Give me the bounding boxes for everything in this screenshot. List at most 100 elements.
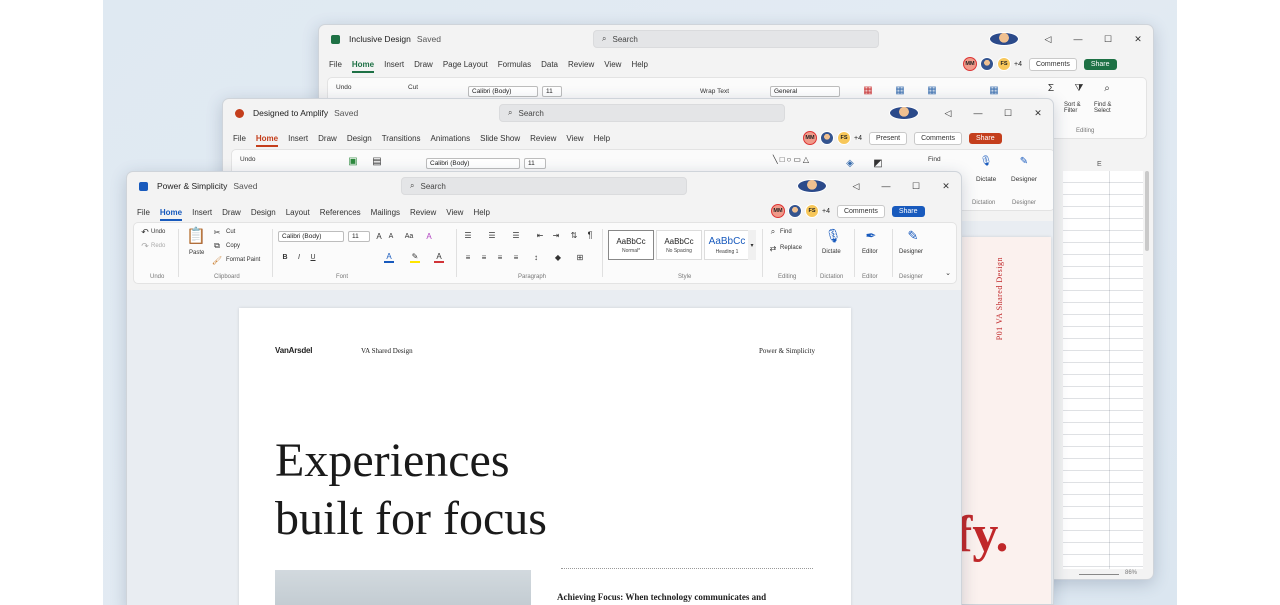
editor-icon[interactable]: ✒	[862, 227, 880, 245]
multilevel-list-icon[interactable]: ☰	[510, 229, 522, 241]
user-avatar[interactable]	[989, 32, 1019, 46]
collaborator-avatar-fs[interactable]: FS	[805, 204, 819, 218]
numbering-icon[interactable]: ☰	[486, 229, 498, 241]
tab-insert[interactable]: Insert	[192, 208, 212, 221]
replace-button[interactable]: Replace	[780, 245, 802, 251]
tab-insert[interactable]: Insert	[384, 60, 404, 73]
new-slide-icon[interactable]: ▣	[344, 152, 362, 170]
quick-styles-icon[interactable]: ◩	[868, 154, 888, 172]
italic-icon[interactable]: I	[294, 252, 304, 262]
minimize-button[interactable]: —	[871, 181, 901, 191]
style-no-spacing[interactable]: AaBbCc No Spacing	[656, 230, 702, 260]
tab-view[interactable]: View	[446, 208, 463, 221]
find-button[interactable]: Find	[928, 156, 941, 163]
vertical-scrollbar[interactable]	[1145, 171, 1149, 251]
cut-icon[interactable]: ✂	[212, 227, 222, 237]
more-collaborators[interactable]: +4	[822, 208, 830, 215]
tab-draw[interactable]: Draw	[318, 134, 337, 147]
tab-file[interactable]: File	[329, 60, 342, 73]
shapes-gallery-icon[interactable]: ╲□○▭△	[752, 152, 832, 166]
tab-draw[interactable]: Draw	[414, 60, 433, 73]
maximize-button[interactable]: ☐	[1093, 34, 1123, 45]
feedback-icon[interactable]: ◁	[841, 181, 871, 192]
collaborator-avatar-fs[interactable]: FS	[837, 131, 851, 145]
close-button[interactable]: ✕	[931, 181, 961, 192]
excel-search-box[interactable]: ⌕ Search	[593, 30, 879, 48]
style-heading-1[interactable]: AaBbCc Heading 1	[704, 230, 750, 260]
zoom-slider[interactable]	[1079, 574, 1119, 575]
dictate-label[interactable]: Dictate	[822, 249, 841, 255]
decrease-indent-icon[interactable]: ⇤	[534, 229, 546, 241]
format-painter-button[interactable]: Format Paint	[226, 257, 260, 263]
ppt-search-box[interactable]: ⌕ Search	[499, 104, 785, 122]
find-icon[interactable]: ⌕	[768, 227, 778, 237]
ribbon-collapse-icon[interactable]: ⌄	[944, 269, 952, 277]
underline-icon[interactable]: U	[308, 252, 318, 262]
designer-icon[interactable]: ✎	[1016, 152, 1032, 170]
tab-help[interactable]: Help	[473, 208, 489, 221]
copy-icon[interactable]: ⧉	[212, 241, 222, 251]
grow-font-icon[interactable]: A	[374, 231, 384, 242]
tab-file[interactable]: File	[233, 134, 246, 147]
borders-icon[interactable]: ⊞	[574, 251, 586, 263]
replace-icon[interactable]: ⇄	[768, 243, 778, 253]
format-painter-icon[interactable]: 🖌	[212, 255, 222, 265]
change-case-icon[interactable]: Aa	[402, 231, 416, 242]
share-button[interactable]: Share	[1083, 58, 1117, 70]
shading-icon[interactable]: ◆	[552, 251, 564, 263]
share-button[interactable]: Share	[968, 132, 1002, 144]
conditional-format-icon[interactable]: ▦	[858, 82, 878, 98]
user-avatar[interactable]	[889, 106, 919, 120]
tab-review[interactable]: Review	[410, 208, 436, 221]
collaborator-avatar-mm[interactable]: MM	[963, 57, 977, 71]
font-name-dropdown[interactable]: Calibri (Body)	[468, 86, 538, 97]
tab-view[interactable]: View	[566, 134, 583, 147]
cut-button[interactable]: Cut	[226, 229, 235, 235]
tab-layout[interactable]: Layout	[286, 208, 310, 221]
layout-icon[interactable]: ▤	[368, 152, 386, 170]
collaborator-avatar-photo[interactable]	[788, 204, 802, 218]
paste-icon[interactable]: 📋	[186, 225, 206, 247]
styles-scroll-icon[interactable]: ▾	[748, 230, 756, 260]
tab-draw[interactable]: Draw	[222, 208, 241, 221]
comments-button[interactable]: Comments	[914, 131, 962, 145]
sort-filter-icon[interactable]: ⧩	[1072, 80, 1086, 96]
collaborator-avatar-mm[interactable]: MM	[771, 204, 785, 218]
share-button[interactable]: Share	[891, 205, 925, 217]
pilcrow-icon[interactable]: ¶	[584, 229, 596, 241]
arrange-icon[interactable]: ◈	[840, 154, 860, 172]
tab-review[interactable]: Review	[530, 134, 556, 147]
comments-button[interactable]: Comments	[836, 204, 885, 218]
collaborator-avatar-mm[interactable]: MM	[803, 131, 817, 145]
designer-label[interactable]: Designer	[899, 249, 923, 255]
find-button[interactable]: Find	[780, 229, 792, 235]
word-page[interactable]: VanArsdel VA Shared Design Power & Simpl…	[239, 308, 851, 605]
tab-file[interactable]: File	[137, 208, 150, 221]
tab-home[interactable]: Home	[159, 208, 183, 221]
copy-button[interactable]: Copy	[226, 243, 240, 249]
undo-icon[interactable]: ↶	[140, 227, 150, 237]
tab-data[interactable]: Data	[541, 60, 558, 73]
font-size-dropdown[interactable]: 11	[524, 158, 546, 169]
font-name-dropdown[interactable]: Calibri (Body)	[426, 158, 520, 169]
word-search-box[interactable]: ⌕ Search	[401, 177, 687, 195]
align-right-icon[interactable]: ≡	[494, 251, 506, 263]
maximize-button[interactable]: ☐	[993, 108, 1023, 119]
ppt-slide[interactable]: P01 VA Shared Design fy.	[955, 237, 1051, 604]
tab-help[interactable]: Help	[631, 60, 647, 73]
user-avatar[interactable]	[797, 179, 827, 193]
cell-styles-icon[interactable]: ▦	[922, 82, 942, 98]
dictate-label[interactable]: Dictate	[976, 176, 996, 183]
number-format-dropdown[interactable]: General	[770, 86, 840, 97]
cut-button[interactable]: Cut	[408, 84, 418, 91]
minimize-button[interactable]: —	[963, 108, 993, 118]
undo-button[interactable]: Undo	[336, 84, 352, 91]
tab-insert[interactable]: Insert	[288, 134, 308, 147]
tab-design[interactable]: Design	[347, 134, 372, 147]
feedback-icon[interactable]: ◁	[933, 108, 963, 119]
minimize-button[interactable]: —	[1063, 34, 1093, 44]
tab-review[interactable]: Review	[568, 60, 594, 73]
collaborator-avatar-photo[interactable]	[820, 131, 834, 145]
align-center-icon[interactable]: ≡	[478, 251, 490, 263]
tab-design[interactable]: Design	[251, 208, 276, 221]
